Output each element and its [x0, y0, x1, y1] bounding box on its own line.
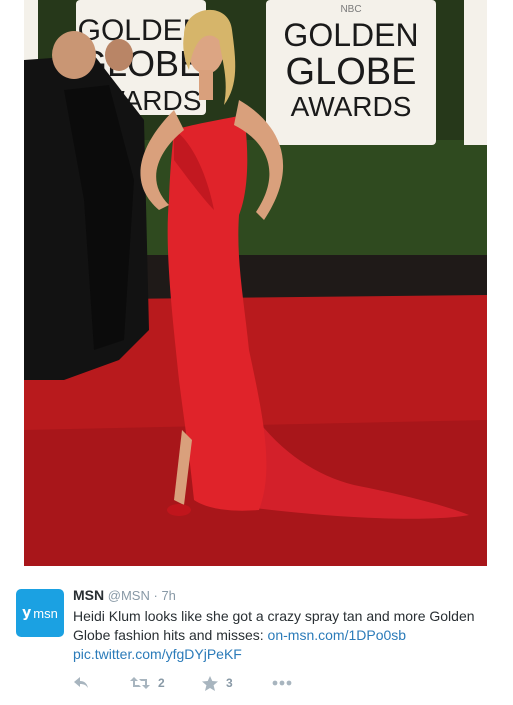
red-shoe — [167, 504, 191, 516]
more-icon — [272, 680, 292, 686]
sign-nbc-logo: NBC — [340, 4, 361, 15]
msn-logo-icon: y — [22, 605, 32, 621]
tweet-header: MSN @MSN · 7h — [73, 587, 176, 604]
retweet-button[interactable]: 2 — [130, 676, 202, 690]
sign-right-line-3: AWARDS — [291, 91, 412, 122]
star-icon — [202, 675, 218, 691]
user-handle[interactable]: @MSN — [108, 588, 150, 603]
tweet-actions: 2 3 — [73, 673, 292, 693]
red-carpet-photo: GOLDEN GLOBE AWARDS NBC GOLDEN GLOBE AWA… — [24, 0, 487, 566]
reply-button[interactable] — [73, 676, 130, 690]
tweet-photo[interactable]: GOLDEN GLOBE AWARDS NBC GOLDEN GLOBE AWA… — [24, 0, 487, 566]
favorite-button[interactable]: 3 — [202, 675, 272, 691]
avatar-brand-text: msn — [33, 605, 58, 621]
display-name[interactable]: MSN — [73, 587, 104, 603]
tweet-card: y msn MSN @MSN · 7h Heidi Klum looks lik… — [0, 566, 513, 705]
sign-edge-right — [464, 0, 487, 145]
sign-right-line-2: GLOBE — [286, 51, 417, 93]
bystander-face — [52, 31, 96, 79]
photo-link[interactable]: pic.twitter.com/yfgDYjPeKF — [73, 646, 242, 662]
bystander-face-2 — [105, 39, 133, 71]
tweet-text: Heidi Klum looks like she got a crazy sp… — [73, 607, 493, 664]
retweet-count: 2 — [158, 676, 165, 690]
msn-avatar[interactable]: y msn — [16, 589, 64, 637]
neck — [199, 70, 213, 100]
retweet-icon — [130, 677, 150, 689]
more-button[interactable] — [272, 680, 292, 686]
header-separator: · — [153, 588, 158, 603]
reply-icon — [74, 677, 88, 688]
article-link[interactable]: on-msn.com/1DPo0sb — [268, 627, 407, 643]
sign-right-line-1: GOLDEN — [283, 17, 418, 53]
favorite-count: 3 — [226, 676, 233, 690]
tweet-timestamp[interactable]: 7h — [161, 588, 175, 603]
